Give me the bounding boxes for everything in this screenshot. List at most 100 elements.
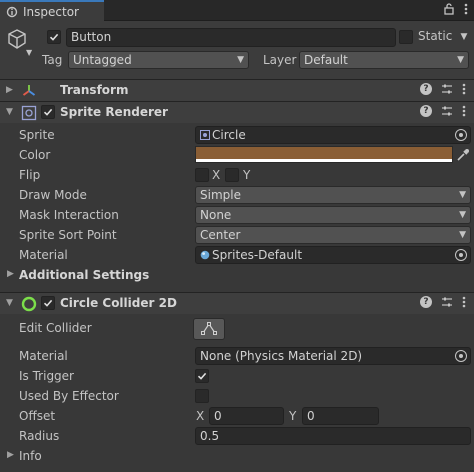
sprite-label: Sprite	[19, 128, 55, 142]
foldout-collapsed-icon[interactable]: ▶	[6, 85, 13, 95]
is-trigger-row: Is Trigger	[0, 366, 474, 386]
sprite-material-label: Material	[19, 248, 68, 262]
presets-icon[interactable]	[441, 105, 453, 120]
static-dropdown-icon[interactable]: ▼	[456, 27, 472, 46]
color-row: Color	[0, 145, 474, 165]
flip-y-label: Y	[243, 168, 251, 182]
color-field[interactable]	[195, 146, 453, 163]
flip-label: Flip	[19, 168, 41, 182]
more-icon[interactable]	[462, 296, 466, 311]
sprite-field[interactable]: Circle	[195, 126, 471, 144]
radius-field[interactable]: 0.5	[195, 427, 471, 445]
more-icon[interactable]	[464, 3, 468, 18]
object-picker-icon[interactable]	[455, 129, 467, 141]
is-trigger-checkbox[interactable]	[195, 369, 209, 383]
tab-actions	[444, 3, 468, 18]
color-label: Color	[19, 148, 51, 162]
icon-dropdown-icon[interactable]: ▼	[26, 48, 32, 57]
used-by-effector-row: Used By Effector	[0, 386, 474, 406]
radius-row: Radius 0.5	[0, 426, 474, 446]
mask-interaction-row: Mask Interaction None ▼	[0, 205, 474, 225]
foldout-expanded-icon[interactable]: ▼	[6, 298, 13, 308]
foldout-collapsed-icon: ▶	[7, 450, 14, 460]
additional-settings-foldout[interactable]: ▶ Additional Settings	[0, 265, 474, 285]
offset-y-label[interactable]: Y	[289, 409, 296, 423]
layer-value: Default	[304, 53, 348, 67]
chevron-down-icon: ▼	[459, 190, 466, 200]
name-field[interactable]: Button	[66, 28, 396, 47]
sprite-row: Sprite Circle	[0, 125, 474, 145]
edit-collider-icon	[201, 321, 217, 338]
collider-material-field[interactable]: None (Physics Material 2D)	[195, 347, 471, 365]
transform-actions: ?	[420, 83, 466, 98]
sprite-material-field[interactable]: Sprites-Default	[195, 246, 471, 264]
offset-y-field[interactable]: 0	[302, 407, 379, 425]
object-picker-icon[interactable]	[455, 350, 467, 362]
more-icon[interactable]	[462, 83, 466, 98]
tag-dropdown[interactable]: Untagged ▼	[68, 51, 249, 69]
sprite-renderer-icon	[21, 105, 37, 121]
foldout-expanded-icon[interactable]: ▼	[6, 107, 13, 117]
mask-interaction-dropdown[interactable]: None ▼	[195, 206, 471, 224]
offset-x-label[interactable]: X	[196, 409, 204, 423]
tab-inspector[interactable]: Inspector	[0, 0, 104, 21]
transform-header[interactable]: ▶ Transform ?	[0, 79, 474, 101]
sprite-sort-point-dropdown[interactable]: Center ▼	[195, 226, 471, 244]
sprite-renderer-header[interactable]: ▼ Sprite Renderer ?	[0, 101, 474, 123]
circle-collider-enabled-checkbox[interactable]	[41, 296, 55, 310]
inspector-icon	[6, 6, 18, 18]
chevron-down-icon: ▼	[459, 210, 466, 220]
help-icon[interactable]: ?	[420, 105, 432, 117]
layer-label: Layer	[263, 53, 297, 67]
sprite-renderer-actions: ?	[420, 105, 466, 120]
more-icon[interactable]	[462, 105, 466, 120]
help-icon[interactable]: ?	[420, 296, 432, 308]
sprite-asset-icon	[200, 128, 210, 144]
tag-label: Tag	[42, 53, 63, 67]
used-by-effector-label: Used By Effector	[19, 389, 119, 403]
radius-label[interactable]: Radius	[19, 429, 59, 443]
sprite-material-row: Material Sprites-Default	[0, 245, 474, 265]
edit-collider-button[interactable]	[193, 318, 225, 340]
chevron-down-icon: ▼	[459, 230, 466, 240]
is-trigger-label: Is Trigger	[19, 369, 74, 383]
material-asset-icon	[200, 248, 210, 264]
lock-icon[interactable]	[444, 3, 454, 18]
flip-x-checkbox[interactable]	[195, 168, 209, 182]
tab-bar: Inspector	[0, 0, 474, 21]
draw-mode-row: Draw Mode Simple ▼	[0, 185, 474, 205]
edit-collider-row: Edit Collider	[0, 318, 474, 344]
draw-mode-label: Draw Mode	[19, 188, 87, 202]
circle-collider-header[interactable]: ▼ Circle Collider 2D ?	[0, 292, 474, 314]
draw-mode-dropdown[interactable]: Simple ▼	[195, 186, 471, 204]
edit-collider-label: Edit Collider	[19, 321, 92, 335]
circle-collider-title: Circle Collider 2D	[60, 296, 177, 310]
flip-y-checkbox[interactable]	[225, 168, 239, 182]
used-by-effector-checkbox[interactable]	[195, 389, 209, 403]
sprite-renderer-title: Sprite Renderer	[60, 105, 168, 119]
help-icon[interactable]: ?	[420, 83, 432, 95]
offset-x-field[interactable]: 0	[209, 407, 284, 425]
mask-interaction-label: Mask Interaction	[19, 208, 119, 222]
sprite-sort-point-label: Sprite Sort Point	[19, 228, 117, 242]
cube-icon[interactable]	[6, 28, 28, 50]
offset-row: Offset X 0 Y 0	[0, 406, 474, 426]
gameobject-header: ▼ Button Static ▼ Tag Untagged ▼ Layer D…	[0, 21, 474, 79]
object-picker-icon[interactable]	[455, 249, 467, 261]
presets-icon[interactable]	[441, 83, 453, 98]
transform-icon	[21, 83, 37, 99]
static-label: Static	[418, 29, 453, 43]
flip-x-label: X	[212, 168, 221, 182]
static-checkbox[interactable]	[399, 30, 413, 44]
circle-collider-icon	[21, 296, 37, 312]
eyedropper-icon[interactable]	[455, 147, 471, 163]
presets-icon[interactable]	[441, 296, 453, 311]
active-checkbox[interactable]	[47, 30, 61, 44]
tag-value: Untagged	[73, 53, 132, 67]
layer-dropdown[interactable]: Default ▼	[299, 51, 469, 69]
sprite-renderer-enabled-checkbox[interactable]	[41, 105, 55, 119]
offset-label: Offset	[19, 409, 56, 423]
info-foldout[interactable]: ▶ Info	[0, 446, 474, 466]
circle-collider-actions: ?	[420, 296, 466, 311]
mask-interaction-value: None	[200, 208, 232, 222]
